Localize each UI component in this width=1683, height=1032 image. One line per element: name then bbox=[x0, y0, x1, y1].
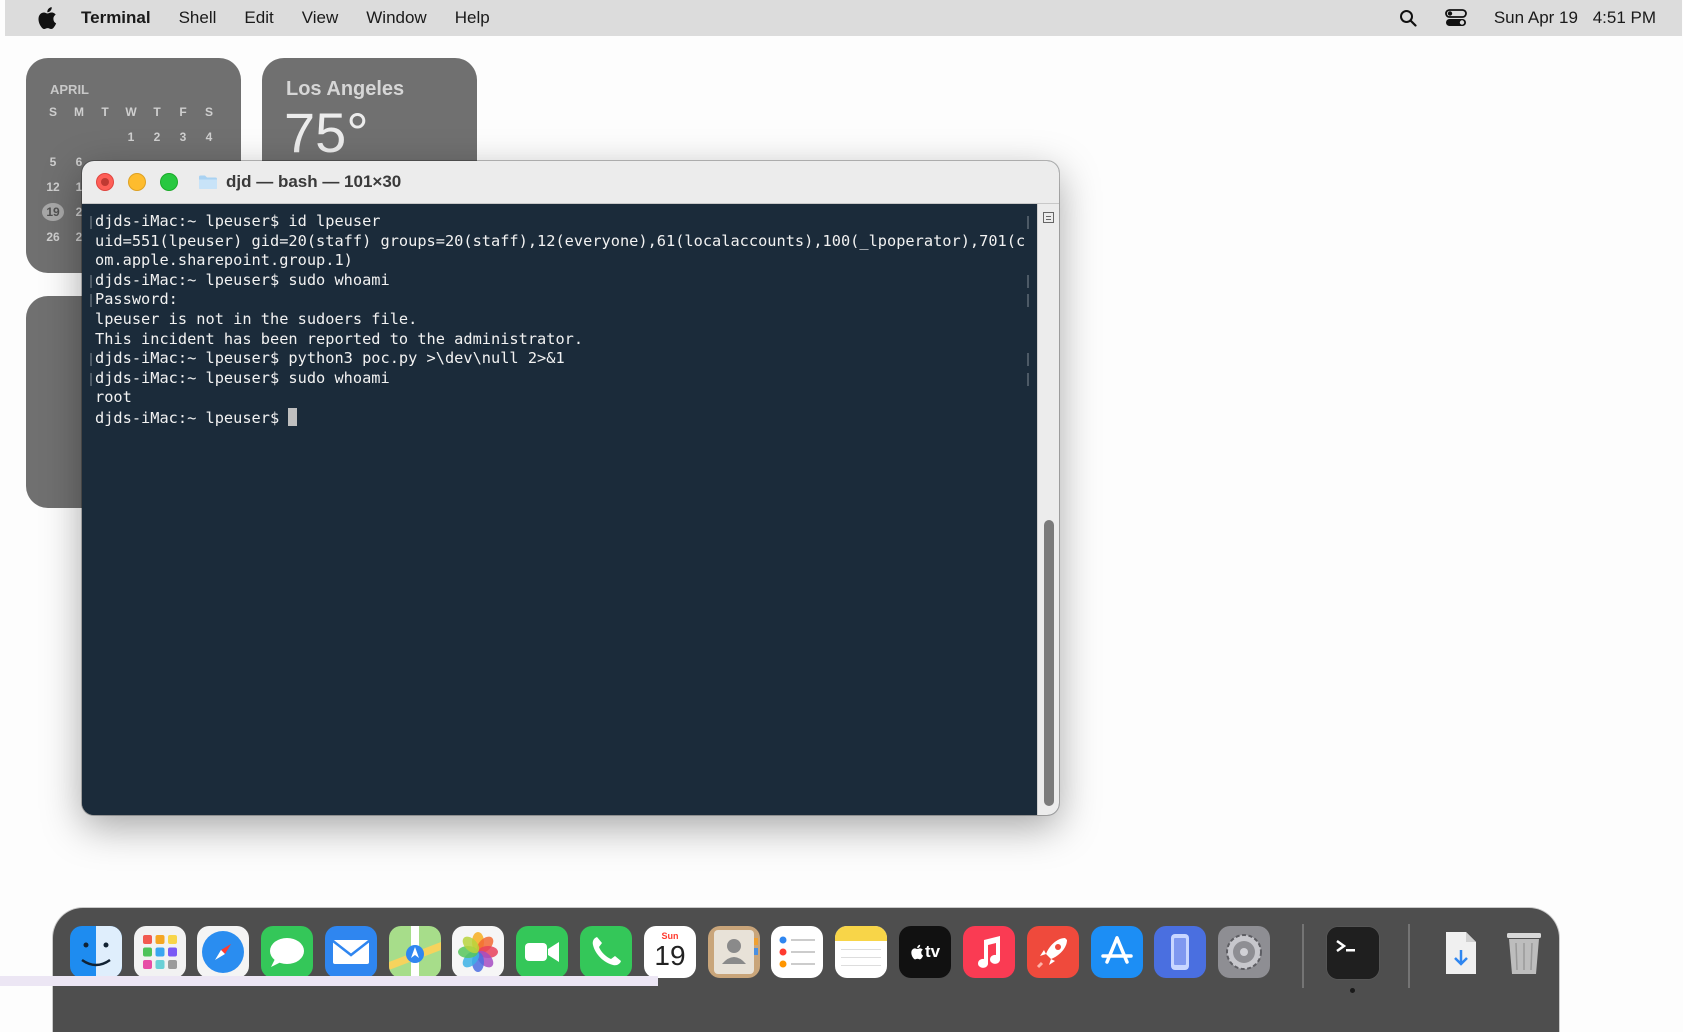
weekday-label: W bbox=[125, 105, 137, 119]
control-center-icon[interactable] bbox=[1444, 6, 1468, 30]
finder-icon[interactable] bbox=[70, 926, 122, 978]
music-icon[interactable] bbox=[963, 926, 1015, 978]
calendar-widget-month: APRIL bbox=[50, 82, 89, 97]
iphone-mirroring-icon[interactable] bbox=[1154, 926, 1206, 978]
terminal-window[interactable]: djd — bash — 101×30 djds-iMac:~ lpeuser$… bbox=[82, 161, 1059, 815]
minimize-button[interactable] bbox=[128, 173, 146, 191]
weekday-label: S bbox=[48, 105, 57, 119]
weekday-label: T bbox=[153, 105, 161, 119]
terminal-line: Password: bbox=[90, 290, 1037, 310]
photos-icon[interactable] bbox=[452, 926, 504, 978]
apple-tv-label: tv bbox=[924, 942, 941, 961]
day-cell bbox=[40, 128, 66, 146]
terminal-line: djds-iMac:~ lpeuser$ sudo whoami bbox=[90, 369, 1037, 389]
reminders-icon[interactable] bbox=[771, 926, 823, 978]
menu-edit[interactable]: Edit bbox=[244, 8, 273, 28]
mail-icon[interactable] bbox=[325, 926, 377, 978]
weather-temperature: 75° bbox=[284, 101, 369, 164]
messages-icon[interactable] bbox=[261, 926, 313, 978]
menubar-time: 4:51 PM bbox=[1592, 8, 1656, 27]
vertical-scrollbar[interactable] bbox=[1037, 204, 1059, 815]
terminal-line: This incident has been reported to the a… bbox=[95, 329, 584, 348]
day-cell: 2 bbox=[153, 130, 161, 144]
day-cell-today: 19 bbox=[42, 203, 64, 221]
terminal-icon[interactable] bbox=[1326, 926, 1380, 980]
dock-separator bbox=[1302, 924, 1304, 988]
menu-view[interactable]: View bbox=[302, 8, 339, 28]
split-pane-icon[interactable] bbox=[1043, 212, 1054, 223]
terminal-line: djds-iMac:~ lpeuser$ id lpeuser bbox=[90, 212, 1037, 232]
dock-separator bbox=[1408, 924, 1410, 988]
window-titlebar[interactable]: djd — bash — 101×30 bbox=[82, 161, 1059, 204]
day-cell: 26 bbox=[46, 230, 60, 244]
menu-app-terminal[interactable]: Terminal bbox=[81, 8, 151, 28]
calendar-icon[interactable]: Sun 19 bbox=[644, 926, 696, 978]
weekday-label: M bbox=[74, 105, 84, 119]
background-strip bbox=[0, 976, 658, 986]
apple-menu-icon[interactable] bbox=[33, 6, 61, 30]
notes-icon[interactable] bbox=[835, 926, 887, 978]
menubar-clock[interactable]: Sun Apr 19 4:51 PM bbox=[1494, 8, 1656, 28]
weekday-label: F bbox=[179, 105, 187, 119]
text-cursor bbox=[288, 407, 298, 426]
facetime-icon[interactable] bbox=[516, 926, 568, 978]
apple-logo-icon bbox=[911, 944, 924, 960]
terminal-line: uid=551(lpeuser) gid=20(staff) groups=20… bbox=[95, 231, 1026, 250]
terminal-prompt-line[interactable]: djds-iMac:~ lpeuser$ bbox=[95, 407, 1037, 429]
folder-icon bbox=[199, 175, 217, 189]
safari-icon[interactable] bbox=[197, 926, 249, 978]
day-cell bbox=[92, 128, 118, 146]
phone-icon[interactable] bbox=[580, 926, 632, 978]
day-cell: 3 bbox=[179, 130, 187, 144]
running-indicator bbox=[1350, 988, 1355, 993]
weather-city: Los Angeles bbox=[286, 78, 405, 100]
zoom-button[interactable] bbox=[160, 173, 178, 191]
contacts-icon[interactable] bbox=[708, 926, 760, 978]
terminal-output[interactable]: djds-iMac:~ lpeuser$ id lpeuser uid=551(… bbox=[82, 204, 1037, 815]
day-cell bbox=[66, 128, 92, 146]
calendar-icon-day: 19 bbox=[654, 940, 686, 971]
terminal-line: om.apple.sharepoint.group.1) bbox=[95, 251, 353, 270]
terminal-line: lpeuser is not in the sudoers file. bbox=[95, 309, 418, 328]
menu-window[interactable]: Window bbox=[366, 8, 426, 28]
weekday-label: T bbox=[101, 105, 109, 119]
spotlight-search-icon[interactable] bbox=[1396, 6, 1420, 30]
menu-shell[interactable]: Shell bbox=[179, 8, 217, 28]
downloads-stack-icon[interactable] bbox=[1434, 926, 1486, 978]
close-button[interactable] bbox=[96, 173, 114, 191]
day-cell: 12 bbox=[46, 180, 60, 194]
weekday-label: S bbox=[204, 105, 213, 119]
day-cell: 4 bbox=[205, 130, 213, 144]
scrollbar-thumb[interactable] bbox=[1044, 520, 1054, 806]
terminal-line: djds-iMac:~ lpeuser$ python3 poc.py >\de… bbox=[90, 349, 1037, 369]
day-cell: 1 bbox=[127, 130, 135, 144]
window-title: djd — bash — 101×30 bbox=[226, 172, 402, 191]
system-settings-icon[interactable] bbox=[1218, 926, 1270, 978]
maps-icon[interactable] bbox=[389, 926, 441, 978]
terminal-line: root bbox=[95, 388, 132, 407]
terminal-line: djds-iMac:~ lpeuser$ sudo whoami bbox=[90, 271, 1037, 291]
day-cell: 5 bbox=[49, 155, 57, 169]
rocket-icon[interactable] bbox=[1027, 926, 1079, 978]
launchpad-icon[interactable] bbox=[134, 926, 186, 978]
trash-icon[interactable] bbox=[1498, 926, 1550, 978]
menu-help[interactable]: Help bbox=[455, 8, 490, 28]
menu-bar: Terminal Shell Edit View Window Help Sun… bbox=[5, 0, 1682, 36]
dock: Sun 19 tv bbox=[53, 908, 1559, 1032]
terminal-prompt: djds-iMac:~ lpeuser$ bbox=[95, 408, 289, 427]
apple-tv-icon[interactable]: tv bbox=[899, 926, 951, 978]
app-store-icon[interactable] bbox=[1091, 926, 1143, 978]
menubar-date: Sun Apr 19 bbox=[1493, 8, 1578, 27]
